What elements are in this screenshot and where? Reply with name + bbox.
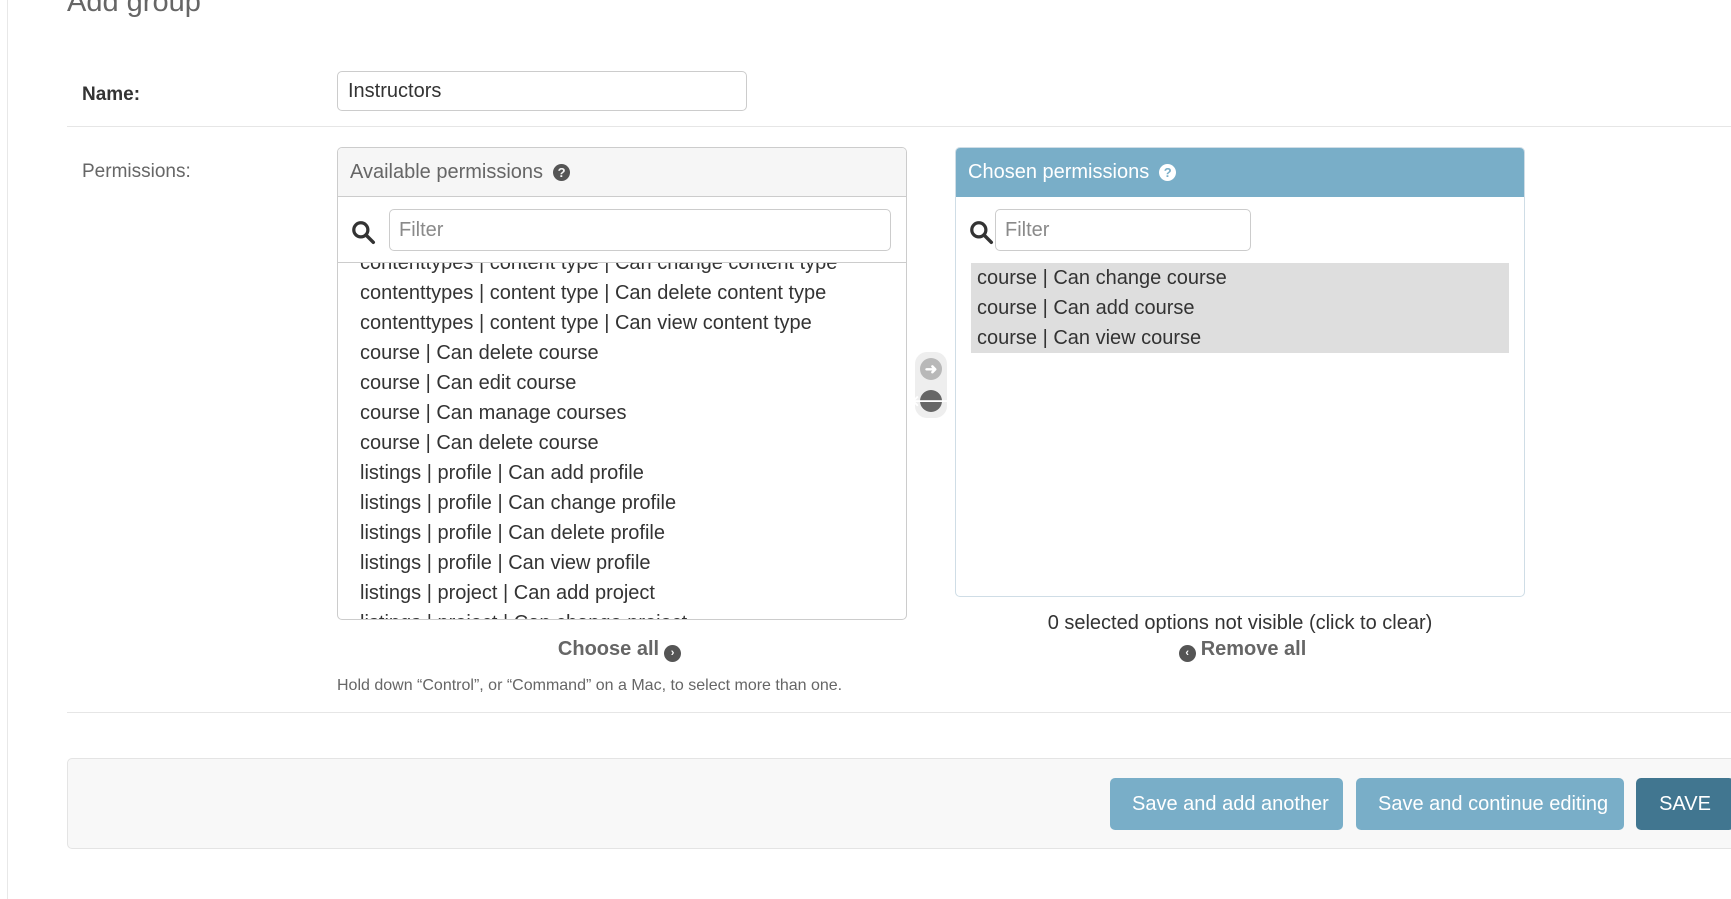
permission-option[interactable]: listings | profile | Can delete profile [338,518,906,548]
available-permissions-box: Available permissions ? contenttypes | c… [337,147,907,620]
form-row-divider [67,712,1731,713]
permission-option[interactable]: listings | project | Can change project [338,608,906,619]
permission-option[interactable]: course | Can delete course [338,338,906,368]
permission-option[interactable]: contenttypes | content type | Can delete… [338,278,906,308]
chosen-permissions-header: Chosen permissions ? [956,148,1524,197]
choose-all-label: Choose all [557,638,660,660]
chevron-right-circle-icon: › [664,644,682,662]
permission-option[interactable]: course | Can manage courses [338,398,906,428]
save-button[interactable]: SAVE [1636,778,1731,830]
chosen-filter-row [956,197,1524,263]
sidebar-divider [7,0,8,899]
available-permissions-header: Available permissions ? [338,148,906,197]
permission-option[interactable]: course | Can edit course [338,368,906,398]
available-permissions-title: Available permissions [350,160,544,183]
search-icon [970,221,994,245]
remove-all-label: Remove all [1200,638,1307,660]
permission-option[interactable]: listings | profile | Can view profile [338,548,906,578]
permission-option[interactable]: contenttypes | content type | Can change… [338,263,906,278]
name-label: Name: [82,84,141,105]
transfer-arrows: ➜ 🡐 [911,352,951,418]
chosen-permissions-list[interactable]: course | Can change course course | Can a… [956,263,1524,596]
save-and-add-another-button[interactable]: Save and add another [1110,778,1343,830]
form-row-divider [67,126,1731,127]
available-filter-row [338,197,906,263]
chosen-permissions-box: Chosen permissions ? course | Can change… [955,147,1525,597]
help-icon[interactable]: ? [1159,163,1177,181]
arrow-right-circle-icon[interactable]: ➜ [920,358,942,380]
chosen-filter-input[interactable] [995,209,1251,251]
permission-option[interactable]: course | Can change course [971,263,1509,293]
page-title: Add group [67,0,201,18]
available-permissions-list[interactable]: contenttypes | content type | Can change… [338,263,906,619]
permission-option[interactable]: listings | project | Can add project [338,578,906,608]
chevron-left-circle-icon: ‹ [1178,644,1196,662]
choose-all-link[interactable]: Choose all › [337,638,907,662]
permission-option[interactable]: course | Can view course [971,323,1509,353]
permission-option[interactable]: listings | profile | Can change profile [338,488,906,518]
available-filter-input[interactable] [389,209,891,251]
help-text: Hold down “Control”, or “Command” on a M… [337,677,843,694]
save-and-continue-button[interactable]: Save and continue editing [1356,778,1624,830]
remove-all-link[interactable]: ‹ Remove all [955,638,1525,662]
name-input[interactable] [337,71,747,111]
chosen-permissions-title: Chosen permissions [968,160,1150,183]
selected-not-visible-text[interactable]: 0 selected options not visible (click to… [955,612,1525,635]
permission-option[interactable]: course | Can add course [971,293,1509,323]
search-icon [352,221,376,245]
help-icon[interactable]: ? [553,163,571,181]
arrow-left-circle-icon[interactable]: 🡐 [911,390,951,412]
permission-option[interactable]: course | Can delete course [338,428,906,458]
permission-option[interactable]: listings | profile | Can add profile [338,458,906,488]
permission-option[interactable]: contenttypes | content type | Can view c… [338,308,906,338]
permissions-label: Permissions: [82,161,191,182]
